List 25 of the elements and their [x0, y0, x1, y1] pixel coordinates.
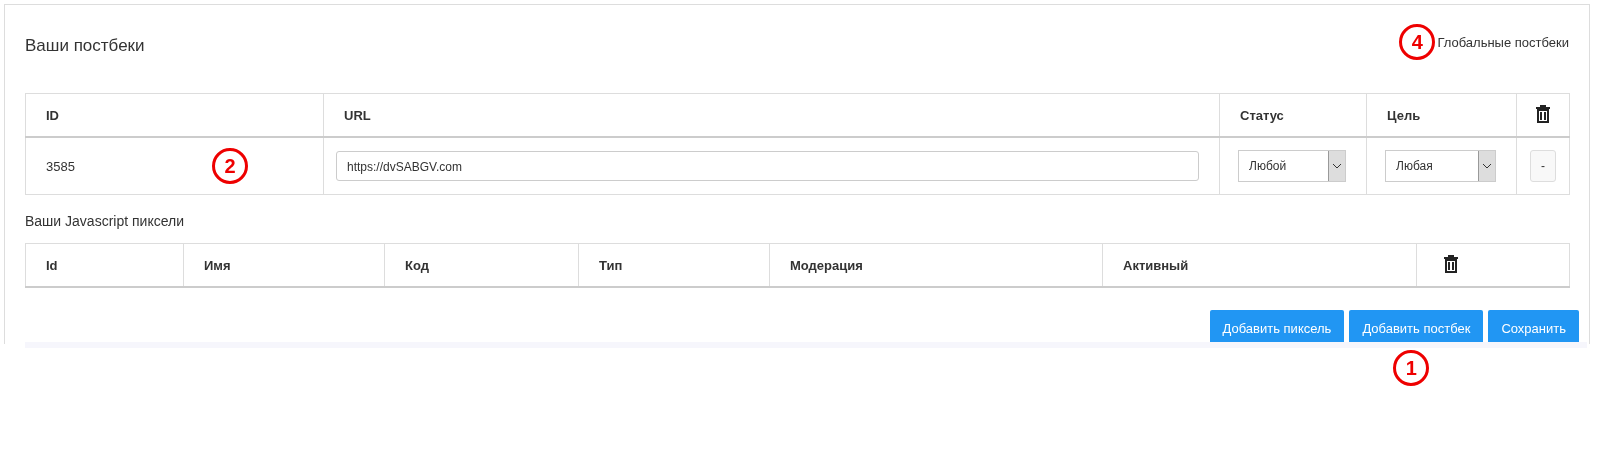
annotation-marker: 4 — [1399, 24, 1436, 60]
status-select[interactable]: Любой — [1238, 150, 1346, 182]
column-header: Имя — [183, 243, 385, 287]
table-cell: 3585 — [46, 158, 75, 174]
column-header: URL — [323, 93, 1220, 137]
chevron-icon — [1332, 163, 1342, 169]
trash-icon[interactable] — [1535, 104, 1551, 123]
annotation-marker: 2 — [212, 148, 248, 184]
trash-icon[interactable] — [1443, 254, 1459, 273]
annotation-marker: 1 — [1393, 350, 1430, 386]
url-field[interactable]: https://dvSABGV.com — [336, 151, 1199, 181]
column-header: Код — [384, 243, 579, 287]
column-header: Модерация — [769, 243, 1103, 287]
global-postbacks-link[interactable]: Глобальные постбеки — [1437, 34, 1569, 50]
column-header: Активный — [1102, 243, 1417, 287]
remove-button[interactable]: - — [1530, 150, 1556, 182]
column-header: Статус — [1219, 93, 1367, 137]
goal-select[interactable]: Любая — [1385, 150, 1496, 182]
chevron-icon — [1482, 163, 1492, 169]
section-title: Ваши Javascript пиксели — [25, 213, 185, 229]
page-title: Ваши постбеки — [25, 36, 145, 56]
column-header: Id — [25, 243, 184, 287]
column-header: Тип — [578, 243, 770, 287]
column-header: Цель — [1366, 93, 1517, 137]
column-header: ID — [25, 93, 324, 137]
